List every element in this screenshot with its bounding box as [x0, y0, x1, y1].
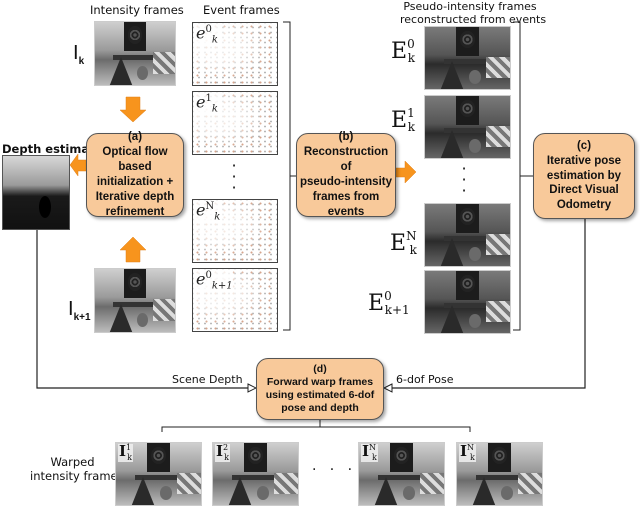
box-b-tag: (b): [338, 131, 354, 144]
pseudo-frame-0-k: [424, 26, 511, 90]
event-label: eNk: [196, 200, 221, 223]
box-a-line: refinement: [105, 205, 165, 218]
arrow-right-to-pseudo: [395, 160, 417, 184]
pseudo-frame-1-k: [424, 95, 511, 159]
pseudo-label: ENk: [390, 229, 417, 257]
box-c-line: estimation by: [546, 169, 622, 182]
box-c-line: Odometry: [556, 199, 612, 212]
warped-label: INk: [361, 442, 378, 462]
event-label: e0k: [196, 23, 218, 46]
event-label: e0k+1: [196, 269, 233, 292]
box-d-tag: (d): [313, 362, 327, 375]
box-a-line: Optical flow based: [102, 146, 168, 174]
pseudo-label: E0k+1: [368, 289, 410, 317]
box-d-line: using estimated 6-dof: [265, 389, 375, 401]
pseudo-label: E1k: [391, 106, 415, 134]
event-frame-N-k: eNk: [192, 199, 278, 263]
event-frame-0-k: e0k: [192, 22, 278, 86]
box-c-line: Direct Visual: [549, 184, 619, 197]
event-frame-1-k: e1k: [192, 91, 278, 155]
box-a-line: initialization +: [96, 176, 174, 188]
header-warped-line1: Warped: [50, 455, 95, 469]
box-d-line: Forward warp frames: [266, 375, 374, 388]
box-a-depth-refinement: (a) Optical flow based initialization + …: [86, 131, 184, 218]
box-b-line: events: [327, 205, 365, 218]
arrow-up-to-a: [119, 236, 147, 263]
box-b-line: frames from: [312, 190, 380, 203]
box-b-reconstruction: (b) Reconstruction of pseudo-intensity f…: [296, 131, 396, 218]
event-label: e1k: [196, 92, 218, 115]
connector-lines: [36, 21, 586, 432]
pseudo-ellipsis: · · ·: [461, 159, 467, 200]
box-b-line: pseudo-intensity: [299, 176, 392, 188]
arrow-down-to-a: [119, 96, 147, 123]
box-d-line: pose and depth: [281, 402, 359, 415]
box-d-forward-warp: (d) Forward warp frames using estimated …: [256, 358, 384, 420]
pseudo-frame-N-k: [424, 203, 511, 267]
bracket-warped-frames: [161, 420, 471, 432]
event-frame-0-k1: e0k+1: [192, 268, 278, 332]
box-c-tag: (c): [576, 139, 592, 152]
warped-frame-2: I2k: [212, 442, 299, 506]
warped-frame-N-b: INk: [456, 442, 543, 506]
box-c-pose-estimation: (c) Iterative pose estimation by Direct …: [533, 133, 635, 219]
box-b-line: Reconstruction of: [303, 146, 389, 174]
pseudo-frame-0-k1: [424, 270, 511, 334]
header-warped-line2: intensity frames: [30, 469, 124, 483]
edge-label-pose: 6-dof Pose: [396, 373, 454, 386]
event-ellipsis: · · ·: [231, 156, 237, 197]
bracket-event-frames: [283, 21, 296, 331]
depth-estimate-image: [2, 155, 70, 230]
header-warped-frames: Warped intensity frames: [30, 455, 124, 483]
box-a-line: Iterative depth: [95, 190, 175, 203]
warped-frame-N-a: INk: [358, 442, 445, 506]
bracket-pseudo-frames: [513, 21, 533, 331]
warped-label: I2k: [215, 442, 230, 462]
box-c-line: Iterative pose: [546, 154, 622, 167]
warped-label: I1k: [118, 442, 133, 462]
warped-frame-1: I1k: [115, 442, 202, 506]
warped-ellipsis: · · ·: [312, 462, 353, 478]
edge-label-scene-depth: Scene Depth: [172, 373, 243, 386]
arrow-left-to-depth: [69, 153, 87, 177]
warped-label: INk: [459, 442, 476, 462]
pseudo-label: E0k: [391, 37, 415, 65]
box-a-tag: (a): [127, 131, 143, 144]
